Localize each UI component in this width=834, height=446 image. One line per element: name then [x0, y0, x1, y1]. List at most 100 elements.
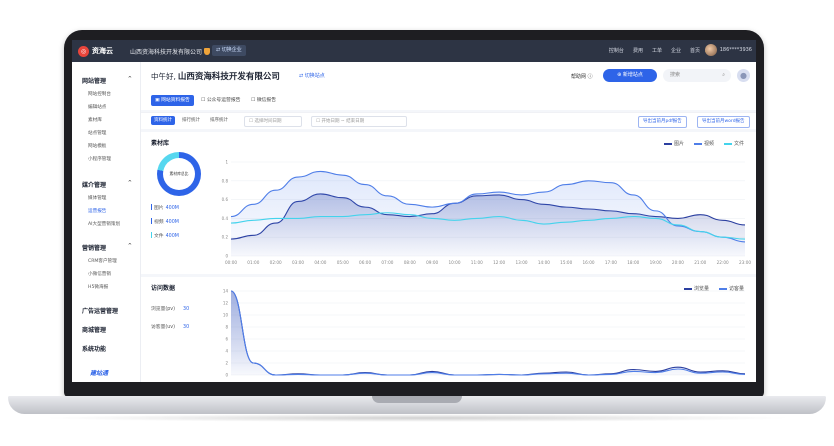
- donut-label: 素材库总比: [163, 158, 195, 190]
- chevron-up-icon: ^: [127, 76, 132, 82]
- visits-panel: 访问数据 浏览量 访客量 浏览量(pv) 30 访客量(uv) 30 0 2 4 6 8 10…: [141, 277, 756, 382]
- switch-company-label: 切换企业: [221, 47, 242, 53]
- user-menu[interactable]: 186****3936: [704, 44, 752, 56]
- sidebar-group-mall[interactable]: 商城管理: [82, 325, 106, 334]
- x-tick-label: 16:00: [583, 260, 595, 265]
- tab-label: 网站资料报告: [161, 98, 190, 103]
- help-label: 帮助网: [571, 74, 587, 80]
- legend-video: 视频: [693, 140, 714, 147]
- y-tick-label: 2: [225, 361, 228, 366]
- stat-value: 400M: [165, 220, 179, 225]
- chip-data-stats[interactable]: 资料统计: [151, 116, 175, 125]
- y-tick-label: 14: [223, 289, 229, 294]
- series-line: [230, 290, 746, 376]
- x-tick-label: 18:00: [627, 260, 639, 265]
- stat-image: 图片 400M: [151, 204, 179, 211]
- sidebar-item[interactable]: 网站控制台: [88, 91, 111, 97]
- top-nav-fees[interactable]: 费用: [633, 47, 643, 54]
- sidebar-item[interactable]: AI大型营销策划: [88, 221, 120, 227]
- greeting-text: 中午好,: [151, 72, 176, 81]
- x-tick-label: 22:00: [717, 260, 729, 265]
- export-pdf-button[interactable]: 导出当前月pdf报告: [638, 116, 687, 128]
- sidebar-item[interactable]: 站点管理: [88, 130, 106, 136]
- x-tick-label: 03:00: [292, 260, 304, 265]
- sidebar-group-website[interactable]: 网站管理 ^: [82, 76, 138, 85]
- tab-wechat-report[interactable]: ☐ 微信报告: [247, 95, 280, 106]
- top-nav-tickets[interactable]: 工单: [652, 47, 662, 54]
- y-tick-label: 8: [225, 325, 228, 330]
- new-site-button[interactable]: ⊕ 新增站点: [603, 69, 657, 82]
- chip-sort-stats[interactable]: 排序统计: [207, 116, 231, 125]
- switch-site-button[interactable]: ⇄ 切换站点: [299, 72, 325, 79]
- sidebar-item-active[interactable]: 运营报告: [88, 208, 106, 214]
- switch-company-button[interactable]: ⇄ 切换企业: [212, 45, 246, 56]
- stat-label: 视频: [154, 220, 164, 225]
- date-select-label: 选择时间日期: [254, 119, 282, 124]
- switch-site-label: 切换站点: [304, 73, 325, 79]
- export-word-button[interactable]: 导出当前月word报告: [697, 116, 750, 128]
- profile-icon[interactable]: ●: [737, 69, 750, 82]
- sidebar-item[interactable]: 编辑站点: [88, 104, 106, 110]
- sidebar-group-marketing[interactable]: 营销管理 ^: [82, 243, 138, 252]
- x-tick-label: 09:00: [426, 260, 438, 265]
- verified-shield-icon: [204, 48, 211, 55]
- stat-label: 图片: [154, 206, 164, 211]
- x-tick-label: 01:00: [247, 260, 259, 265]
- y-tick-label: 0: [225, 373, 228, 378]
- chip-ranking-stats[interactable]: 排行统计: [179, 116, 203, 125]
- stat-value: 30: [183, 307, 190, 312]
- chevron-up-icon: ^: [127, 180, 132, 186]
- y-tick-label: 0.8: [222, 178, 229, 183]
- sidebar-group-system[interactable]: 系统功能: [82, 344, 106, 353]
- x-tick-label: 20:00: [672, 260, 684, 265]
- y-tick-label: 0.6: [222, 197, 229, 202]
- stat-video: 视频 400M: [151, 218, 179, 225]
- date-range-picker[interactable]: ☐ 开始日期 ~ 结束日期: [311, 116, 407, 127]
- x-tick-label: 08:00: [404, 260, 416, 265]
- sidebar-item[interactable]: CRM客户管理: [88, 258, 117, 264]
- company-label: 山西资海科技开发有限公司: [130, 49, 203, 56]
- top-nav-console[interactable]: 控制台: [609, 47, 624, 54]
- search-placeholder: 搜索: [670, 72, 681, 78]
- header-card: 中午好, 山西资海科技开发有限公司 ⇄ 切换站点 帮助网 ⓘ ⊕ 新增站点 搜索 …: [141, 62, 756, 110]
- top-nav-home[interactable]: 首页: [690, 47, 700, 54]
- x-tick-label: 12:00: [493, 260, 505, 265]
- x-tick-label: 05:00: [337, 260, 349, 265]
- search-icon[interactable]: ⌕: [722, 69, 725, 82]
- sidebar-item[interactable]: 网站模板: [88, 143, 106, 149]
- tab-official-account-report[interactable]: ☐ 公众号运营报告: [197, 95, 244, 106]
- help-link[interactable]: 帮助网 ⓘ: [571, 73, 593, 80]
- sidebar-group-label: 网站管理: [82, 78, 107, 85]
- app-logo[interactable]: ◎ 资海云: [78, 44, 113, 58]
- stat-label: 访客量(uv): [151, 325, 176, 330]
- storage-donut-chart: 素材库总比: [157, 152, 201, 196]
- x-tick-label: 19:00: [650, 260, 662, 265]
- sidebar-item[interactable]: 素材库: [88, 117, 102, 123]
- sidebar-item[interactable]: H5微海报: [88, 284, 108, 290]
- x-tick-label: 06:00: [359, 260, 371, 265]
- stat-value: 30: [183, 325, 190, 330]
- end-date-label: 结束日期: [346, 119, 365, 124]
- chevron-up-icon: ^: [127, 243, 132, 249]
- legend-image-label: 图片: [673, 141, 684, 147]
- sidebar-item[interactable]: 小程序管理: [88, 156, 111, 162]
- top-nav-enterprise[interactable]: 企业: [671, 47, 681, 54]
- tab-website-report[interactable]: ▣ 网站资料报告: [151, 95, 194, 106]
- sidebar-group-media[interactable]: 媒介管理 ^: [82, 180, 138, 189]
- stat-file: 文件 400M: [151, 232, 179, 239]
- date-select[interactable]: ☐ 选择时间日期: [244, 116, 302, 127]
- user-phone: 186****3936: [719, 47, 752, 53]
- laptop-notch: [372, 396, 462, 403]
- tab-label: 公众号运营报告: [206, 98, 241, 103]
- x-tick-label: 14:00: [538, 260, 550, 265]
- sidebar-group-ads[interactable]: 广告运营管理: [82, 306, 118, 315]
- x-tick-label: 15:00: [560, 260, 572, 265]
- range-separator: ~: [340, 119, 345, 124]
- new-site-label: 新增站点: [622, 72, 643, 78]
- sidebar-item[interactable]: 媒体管理: [88, 195, 106, 201]
- y-tick-label: 6: [225, 337, 228, 342]
- search-input[interactable]: 搜索 ⌕: [663, 69, 731, 82]
- x-tick-label: 17:00: [605, 260, 617, 265]
- app-screen: ◎ 资海云 山西资海科技开发有限公司 ⇄ 切换企业 控制台 费用 工单 企业 首…: [72, 40, 756, 382]
- sidebar-item[interactable]: 小微信营销: [88, 271, 111, 277]
